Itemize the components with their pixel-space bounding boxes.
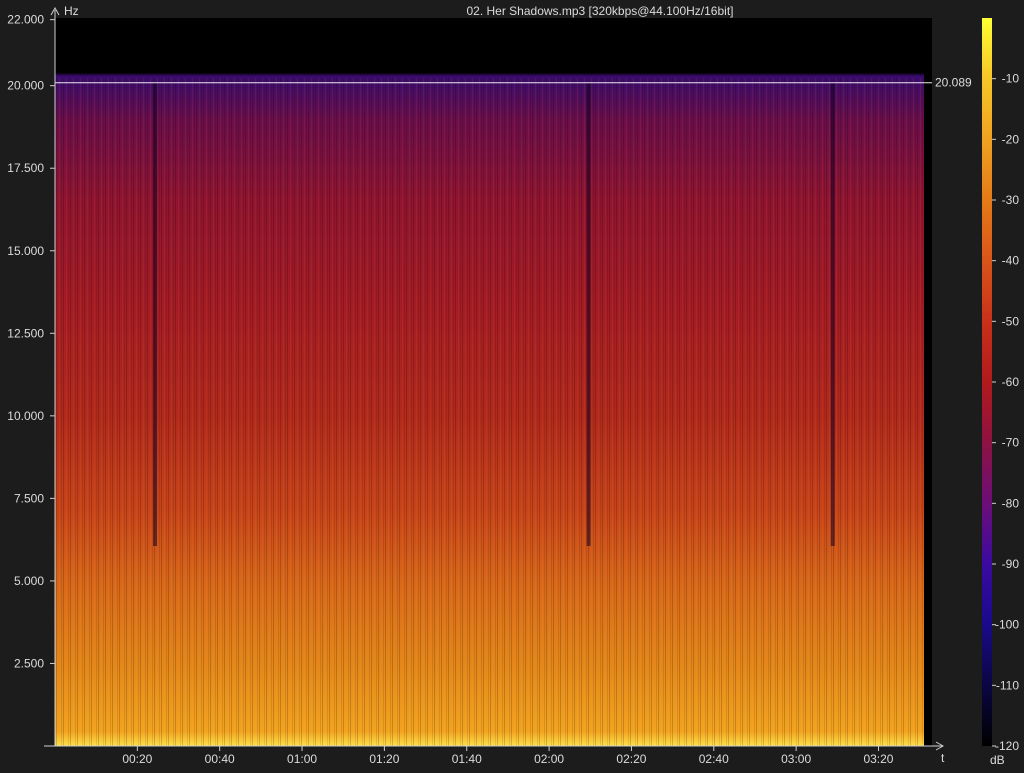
y-tick-label: 17.500 (7, 161, 44, 175)
spectrogram-view: 20.089 Hz t 02. Her Shadows.mp3 [320kbps… (0, 0, 1024, 768)
y-tick-label: 20.000 (7, 79, 44, 93)
x-tick-label: 01:20 (369, 752, 399, 766)
x-axis-ticks: 00:20 00:40 01:00 01:20 01:40 02:00 02:20 02:40… (122, 746, 894, 766)
spectrogram-chart: 20.089 Hz t 02. Her Shadows.mp3 [320kbps… (7, 4, 1019, 767)
colorbar-tick-label: -40 (1002, 254, 1020, 268)
y-tick-label: 22.000 (7, 13, 44, 27)
y-tick-label: 10.000 (7, 409, 44, 423)
y-axis-ticks: 2.500 5.000 7.500 10.000 12.500 15.000 17.500 2… (7, 13, 55, 670)
x-tick-label: 00:20 (122, 752, 152, 766)
colorbar (982, 18, 992, 746)
colorbar-tick-label: -30 (1002, 193, 1020, 207)
track-end-region (924, 18, 932, 746)
cutoff-label: 20.089 (935, 76, 972, 90)
y-tick-label: 2.500 (14, 656, 44, 670)
y-tick-label: 15.000 (7, 244, 44, 258)
colorbar-tick-label: -100 (995, 618, 1019, 632)
x-tick-label: 00:40 (205, 752, 235, 766)
x-tick-label: 03:00 (781, 752, 811, 766)
colorbar-tick-label: -110 (996, 678, 1019, 692)
colorbar-tick-label: -50 (1002, 314, 1020, 328)
colorbar-tick-label: -20 (1002, 132, 1020, 146)
x-unit-label: t (941, 751, 945, 765)
y-tick-label: 7.500 (14, 491, 44, 505)
colorbar-tick-label: -10 (1002, 72, 1020, 86)
x-tick-label: 02:00 (534, 752, 564, 766)
colorbar-unit-label: dB (990, 753, 1005, 767)
gap-streak (153, 82, 158, 546)
x-tick-label: 02:40 (699, 752, 729, 766)
x-tick-label: 01:40 (452, 752, 482, 766)
y-tick-label: 5.000 (14, 574, 44, 588)
x-tick-label: 01:00 (287, 752, 317, 766)
chart-title: 02. Her Shadows.mp3 [320kbps@44.100Hz/16… (466, 4, 733, 18)
colorbar-tick-label: -90 (1002, 557, 1020, 571)
gap-streak (830, 82, 835, 546)
colorbar-ticks: -10 -20 -30 -40 -50 -60 -70 -80 -90 -100 -110 -120 (992, 72, 1019, 753)
colorbar-tick-label: -120 (995, 739, 1019, 753)
colorbar-tick-label: -80 (1002, 496, 1020, 510)
x-tick-label: 02:20 (616, 752, 646, 766)
colorbar-tick-label: -70 (1002, 436, 1020, 450)
y-tick-label: 12.500 (7, 326, 44, 340)
colorbar-tick-label: -60 (1002, 375, 1020, 389)
x-tick-label: 03:20 (863, 752, 893, 766)
spectrum-texture (55, 78, 932, 746)
y-unit-label: Hz (64, 4, 79, 18)
gap-streak (586, 82, 591, 546)
